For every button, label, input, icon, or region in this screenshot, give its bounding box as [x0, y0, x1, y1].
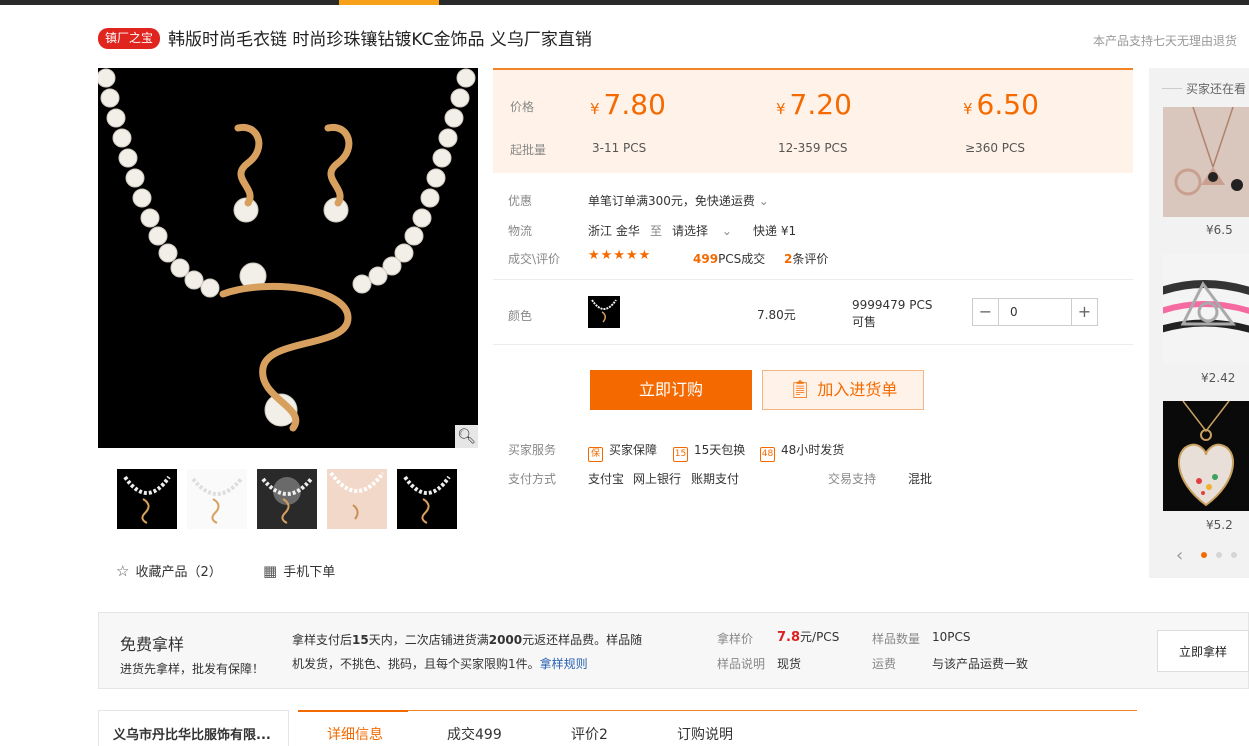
quantity-input[interactable]: [1000, 299, 1070, 325]
carousel-dot-2[interactable]: [1216, 552, 1222, 558]
divider: [1162, 88, 1182, 89]
destination-select[interactable]: 请选择 ⌄: [672, 222, 732, 239]
top-bar-active-tab: [339, 0, 439, 5]
review-count[interactable]: 2条评价: [784, 250, 828, 267]
payment-credit: 账期支付: [691, 472, 740, 486]
color-option-thumbnail[interactable]: [588, 296, 620, 328]
sample-description: 拿样支付后15天内，二次店铺进货满2000元返还样品费。样品随机发货，不挑色、挑…: [292, 633, 643, 671]
sample-price: 7.8元/PCS: [777, 630, 840, 645]
color-label: 颜色: [508, 309, 533, 323]
deal-count[interactable]: 499PCS成交: [693, 250, 765, 267]
rating-stars: ★★★★★: [588, 248, 652, 263]
star-outline-icon: ☆: [116, 562, 130, 580]
promo-label: 优惠: [508, 194, 533, 208]
sample-shipping-label: 运费: [872, 657, 897, 671]
add-to-cart-button[interactable]: 📋︎ 加入进货单: [762, 370, 924, 410]
logistics-label: 物流: [508, 224, 533, 238]
payment-label: 支付方式: [508, 472, 557, 486]
divider: [493, 279, 1133, 280]
favorite-label: 收藏产品（2）: [135, 565, 222, 580]
top-bar: [0, 0, 1249, 5]
payment-alipay: 支付宝: [588, 472, 625, 486]
price-label: 价格: [510, 100, 535, 114]
order-now-button[interactable]: 立即订购: [590, 370, 752, 410]
increment-button[interactable]: +: [1071, 299, 1097, 325]
trade-support-value: 混批: [908, 472, 933, 486]
also-viewed-item-3[interactable]: [1163, 401, 1249, 511]
to-label: 至: [650, 224, 663, 238]
chevron-down-icon: ⌄: [758, 194, 769, 208]
tab-details[interactable]: 详细信息: [327, 724, 383, 744]
stock-available: 9999479 PCS可售: [852, 298, 933, 329]
chevron-left-icon[interactable]: ‹: [1176, 545, 1183, 566]
also-viewed-price-3: ¥5.2: [1206, 518, 1233, 532]
free-sample-section: [98, 612, 1249, 689]
thumbnail-5[interactable]: [397, 469, 457, 529]
tier-range-3: ≥360 PCS: [965, 141, 1026, 155]
magnifier-icon[interactable]: 🔍︎: [455, 425, 478, 448]
tier-price-3: ¥6.50: [963, 88, 1039, 121]
tier-range-1: 3-11 PCS: [592, 141, 647, 155]
shield-icon: 保: [588, 447, 603, 462]
quantity-stepper[interactable]: − +: [972, 298, 1098, 326]
chevron-down-icon: ⌄: [721, 224, 732, 238]
return-policy-note: 本产品支持七天无理由退货: [1092, 34, 1237, 48]
sample-subtitle: 进货先拿样，批发有保障！: [120, 662, 265, 676]
mobile-order-button[interactable]: ▦ 手机下单: [263, 561, 335, 580]
promo-dropdown[interactable]: 单笔订单满300元，免快递运费 ⌄: [588, 192, 769, 209]
shop-name[interactable]: 义乌市丹比华比服饰有限...: [98, 710, 289, 746]
sample-note-label: 样品说明: [717, 657, 766, 671]
service-48h-shipping[interactable]: 48 48小时发货: [760, 441, 844, 462]
sample-title: 免费拿样: [120, 635, 185, 654]
thumbnail-3[interactable]: [257, 469, 317, 529]
also-viewed-price-2: ¥2.42: [1201, 371, 1236, 385]
qr-code-icon: ▦: [263, 562, 278, 580]
calendar-15-icon: 15: [673, 447, 688, 462]
sample-qty-label: 样品数量: [872, 632, 921, 646]
carousel-dot-3[interactable]: [1231, 552, 1237, 558]
carousel-dot-1[interactable]: [1201, 552, 1207, 558]
thumbnail-4[interactable]: [327, 469, 387, 529]
decrement-button[interactable]: −: [973, 299, 999, 325]
service-15day-exchange[interactable]: 15 15天包换: [673, 441, 745, 462]
service-buyer-protection[interactable]: 保买家保障: [588, 441, 657, 462]
trade-support-label: 交易支持: [828, 472, 877, 486]
clipboard-icon: 📋︎: [788, 379, 812, 400]
mobile-order-label: 手机下单: [283, 565, 336, 580]
tier-range-2: 12-359 PCS: [778, 141, 848, 155]
sample-note: 现货: [777, 657, 802, 671]
also-viewed-title: 买家还在看: [1186, 82, 1247, 96]
buyer-service-label: 买家服务: [508, 443, 557, 457]
express-fee: 快递 ¥1: [753, 224, 797, 238]
also-viewed-price-1: ¥6.5: [1206, 223, 1233, 237]
get-sample-button[interactable]: 立即拿样: [1157, 630, 1249, 672]
payment-online-bank: 网上银行: [633, 472, 682, 486]
clock-48-icon: 48: [760, 447, 775, 462]
necklace-image: [98, 68, 478, 448]
tab-reviews[interactable]: 评价2: [571, 724, 608, 744]
main-product-image[interactable]: [98, 68, 478, 448]
thumbnail-1[interactable]: [117, 469, 177, 529]
sample-qty: 10PCS: [932, 630, 971, 644]
deal-review-label: 成交\评价: [508, 252, 561, 266]
sample-price-label: 拿样价: [717, 632, 754, 646]
tier-price-2: ¥7.20: [776, 88, 852, 121]
moq-label: 起批量: [510, 143, 547, 157]
divider: [493, 344, 1133, 345]
tab-transactions[interactable]: 成交499: [447, 724, 502, 744]
tab-order-info[interactable]: 订购说明: [677, 724, 733, 744]
tier-price-1: ¥7.80: [590, 88, 666, 121]
color-price: 7.80元: [757, 308, 796, 322]
origin-location: 浙江 金华: [588, 224, 640, 238]
thumbnail-2[interactable]: [187, 469, 247, 529]
favorite-button[interactable]: ☆ 收藏产品（2）: [116, 561, 222, 580]
also-viewed-item-1[interactable]: [1163, 107, 1249, 217]
sample-shipping: 与该产品运费一致: [932, 657, 1029, 671]
product-title: 韩版时尚毛衣链 时尚珍珠镶钻镀KC金饰品 义乌厂家直销: [168, 30, 592, 50]
sample-rules-link[interactable]: 拿样规则: [540, 657, 588, 671]
factory-badge: 镇厂之宝: [98, 28, 161, 49]
also-viewed-item-2[interactable]: [1163, 254, 1249, 364]
